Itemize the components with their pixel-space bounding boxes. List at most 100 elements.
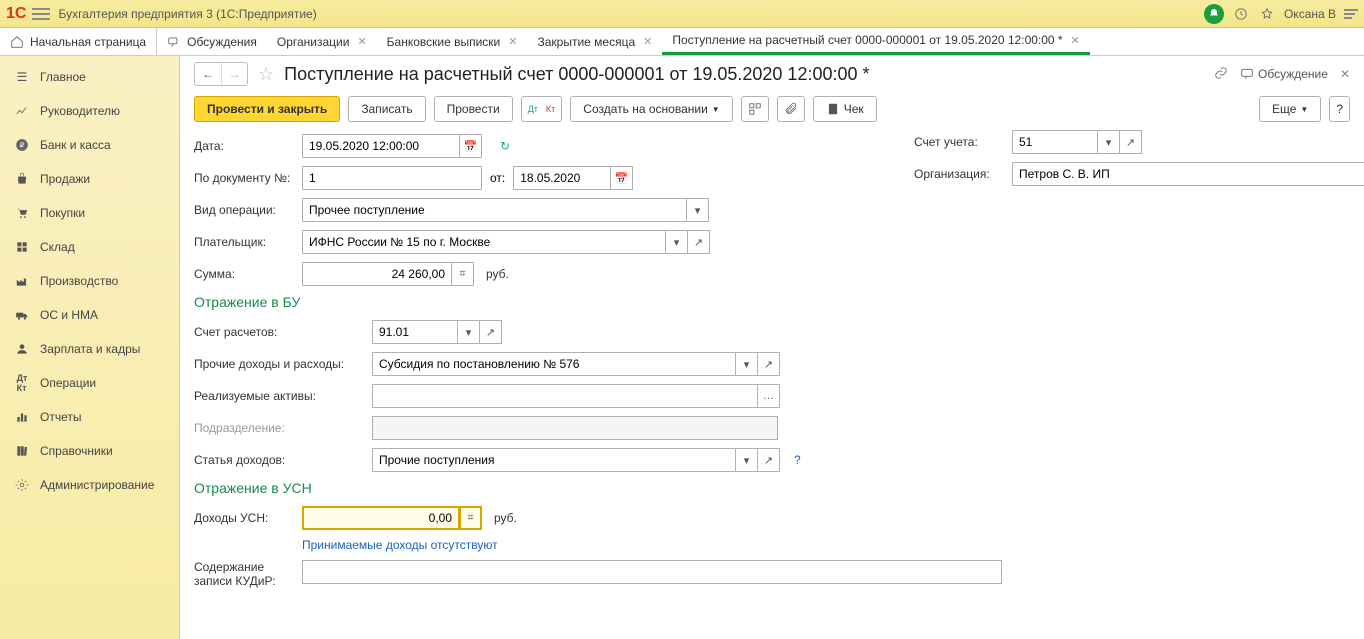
post-button[interactable]: Провести: [434, 96, 513, 122]
close-icon[interactable]: ✕: [643, 35, 652, 48]
refresh-icon[interactable]: ↻: [500, 139, 510, 153]
help-button[interactable]: ?: [1329, 96, 1350, 122]
svg-text:₽: ₽: [20, 141, 25, 149]
nav-operations[interactable]: ДтКтОперации: [0, 366, 179, 400]
factory-icon: [14, 273, 30, 289]
usn-income-input[interactable]: [302, 506, 460, 530]
doc-number-input[interactable]: [302, 166, 482, 190]
sidebar: ☰Главное Руководителю ₽Банк и касса Прод…: [0, 56, 180, 639]
close-icon[interactable]: ✕: [1071, 34, 1080, 47]
notifications-icon[interactable]: [1204, 4, 1224, 24]
other-income-label: Прочие доходы и расходы:: [194, 357, 364, 371]
nav-main[interactable]: ☰Главное: [0, 60, 179, 94]
doc-date-input[interactable]: [513, 166, 611, 190]
tab-organizations[interactable]: Организации ✕: [267, 28, 377, 55]
close-icon[interactable]: ✕: [508, 35, 517, 48]
open-icon[interactable]: ↗: [758, 448, 780, 472]
nav-sales[interactable]: Продажи: [0, 162, 179, 196]
tab-label: Организации: [277, 35, 350, 49]
ellipsis-icon[interactable]: …: [758, 384, 780, 408]
other-income-input[interactable]: [372, 352, 736, 376]
history-icon[interactable]: [1232, 5, 1250, 23]
account-label: Счет учета:: [914, 135, 1004, 149]
tab-document[interactable]: Поступление на расчетный счет 0000-00000…: [662, 28, 1089, 55]
chat-icon: [167, 35, 181, 49]
payer-input[interactable]: [302, 230, 666, 254]
calendar-icon[interactable]: 📅: [611, 166, 633, 190]
nav-warehouse[interactable]: Склад: [0, 230, 179, 264]
settlement-account-input[interactable]: [372, 320, 458, 344]
more-button[interactable]: Еще ▼: [1259, 96, 1321, 122]
nav-label: Главное: [40, 70, 86, 84]
dtkt-button[interactable]: ДтКт: [521, 96, 563, 122]
open-icon[interactable]: ↗: [1120, 130, 1142, 154]
calendar-icon[interactable]: 📅: [460, 134, 482, 158]
star-icon[interactable]: [1258, 5, 1276, 23]
nav-label: Продажи: [40, 172, 90, 186]
nav-label: Администрирование: [40, 478, 154, 492]
bu-section-title: Отражение в БУ: [194, 294, 1350, 310]
tab-month-close[interactable]: Закрытие месяца ✕: [527, 28, 662, 55]
dropdown-icon[interactable]: ▾: [458, 320, 480, 344]
nav-references[interactable]: Справочники: [0, 434, 179, 468]
tab-discussions[interactable]: Обсуждения: [157, 28, 267, 55]
link-icon[interactable]: [1214, 66, 1228, 83]
kudir-input[interactable]: [302, 560, 1002, 584]
kudir-label: Содержание записи КУДиР:: [194, 560, 294, 588]
forward-button[interactable]: →: [221, 63, 247, 85]
organization-input[interactable]: [1012, 162, 1364, 186]
operation-type-input[interactable]: [302, 198, 687, 222]
back-button[interactable]: ←: [195, 63, 221, 85]
ruble-icon: ₽: [14, 137, 30, 153]
dropdown-icon[interactable]: ▾: [1098, 130, 1120, 154]
nav-assets[interactable]: ОС и НМА: [0, 298, 179, 332]
nav-production[interactable]: Производство: [0, 264, 179, 298]
post-and-close-button[interactable]: Провести и закрыть: [194, 96, 340, 122]
attach-button[interactable]: [777, 96, 805, 122]
open-icon[interactable]: ↗: [688, 230, 710, 254]
nav-admin[interactable]: Администрирование: [0, 468, 179, 502]
close-icon[interactable]: ✕: [357, 35, 366, 48]
calculator-icon[interactable]: ⌗: [452, 262, 474, 286]
save-button[interactable]: Записать: [348, 96, 425, 122]
department-input: [372, 416, 778, 440]
dropdown-icon[interactable]: ▾: [666, 230, 688, 254]
btn-label: Создать на основании: [583, 102, 708, 116]
hamburger-icon[interactable]: [32, 8, 50, 20]
dropdown-icon[interactable]: ▾: [736, 352, 758, 376]
amount-input[interactable]: [302, 262, 452, 286]
usn-hint-link[interactable]: Принимаемые доходы отсутствуют: [302, 538, 498, 552]
nav-bank[interactable]: ₽Банк и касса: [0, 128, 179, 162]
user-name[interactable]: Оксана В: [1284, 7, 1336, 21]
document-title: Поступление на расчетный счет 0000-00000…: [284, 64, 869, 85]
open-icon[interactable]: ↗: [758, 352, 780, 376]
nav-reports[interactable]: Отчеты: [0, 400, 179, 434]
settings-lines-icon[interactable]: [1344, 9, 1358, 19]
create-based-on-button[interactable]: Создать на основании ▼: [570, 96, 732, 122]
help-icon[interactable]: ?: [794, 453, 801, 467]
nav-hr[interactable]: Зарплата и кадры: [0, 332, 179, 366]
tab-bank-statements[interactable]: Банковские выписки ✕: [377, 28, 528, 55]
tab-home[interactable]: Начальная страница: [0, 28, 157, 55]
dropdown-icon[interactable]: ▾: [687, 198, 709, 222]
home-icon: [10, 35, 24, 49]
nav-purchases[interactable]: Покупки: [0, 196, 179, 230]
receipt-button[interactable]: Чек: [813, 96, 877, 122]
assets-input[interactable]: [372, 384, 758, 408]
vendor-logo: 1С: [6, 5, 26, 23]
boxes-icon: [14, 239, 30, 255]
account-input[interactable]: [1012, 130, 1098, 154]
discuss-button[interactable]: Обсуждение: [1240, 67, 1328, 81]
date-input[interactable]: [302, 134, 460, 158]
nav-label: Зарплата и кадры: [40, 342, 140, 356]
income-item-input[interactable]: [372, 448, 736, 472]
close-button[interactable]: ✕: [1340, 67, 1350, 81]
dropdown-icon[interactable]: ▾: [736, 448, 758, 472]
nav-manager[interactable]: Руководителю: [0, 94, 179, 128]
favorite-star-icon[interactable]: ☆: [258, 64, 274, 85]
structure-button[interactable]: [741, 96, 769, 122]
tab-label: Банковские выписки: [387, 35, 501, 49]
calculator-icon[interactable]: ⌗: [460, 506, 482, 530]
department-label: Подразделение:: [194, 421, 364, 435]
open-icon[interactable]: ↗: [480, 320, 502, 344]
